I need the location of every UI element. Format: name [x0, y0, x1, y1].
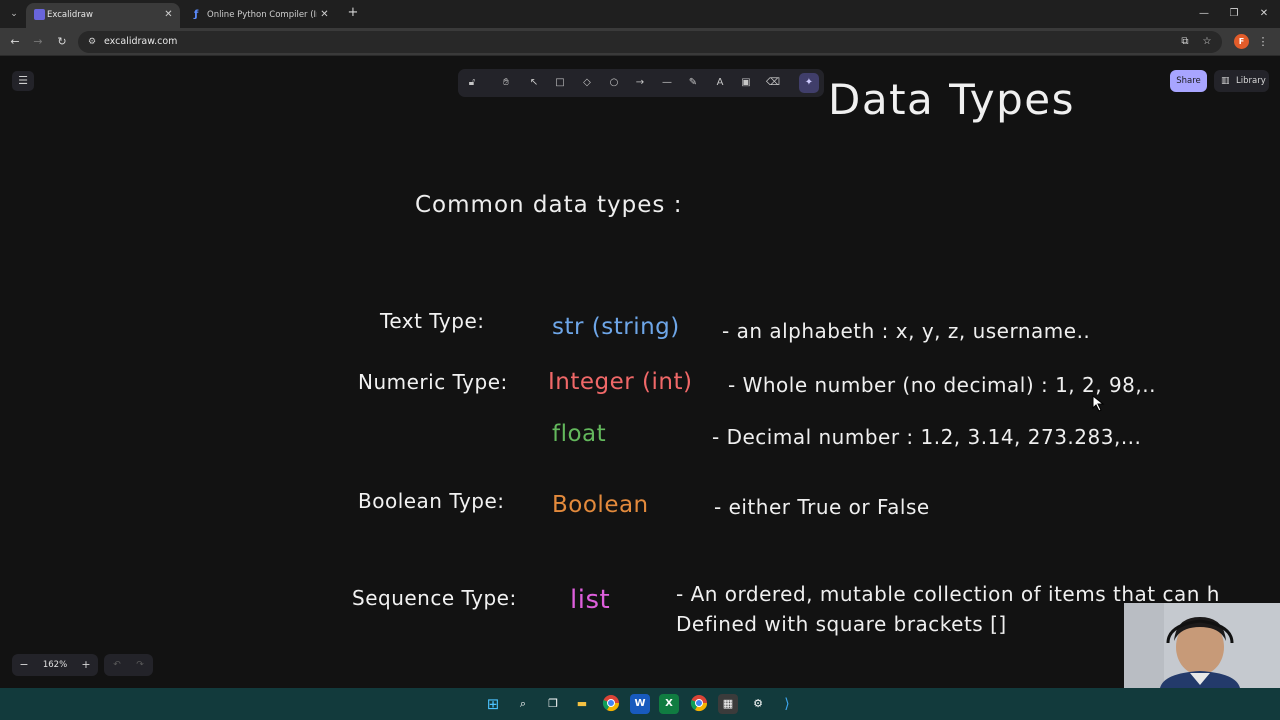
calculator-icon[interactable]: ▦ — [718, 694, 738, 714]
excel-icon[interactable]: X — [659, 694, 679, 714]
eraser-cursor-icon — [1092, 395, 1105, 412]
windows-taskbar: ⊞ ⌕ ❐ ▬ W X ▦ ⚙ ⟩ — [0, 688, 1280, 720]
address-bar-row: ← → ↻ ⚙ excalidraw.com ⧉ ☆ F ⋮ — [0, 28, 1280, 56]
minimize-icon[interactable]: — — [1196, 6, 1212, 22]
undo-icon[interactable]: ↶ — [106, 654, 128, 676]
diamond-tool-icon[interactable]: ◇ — [577, 73, 597, 93]
zoom-level[interactable]: 162% — [36, 654, 74, 676]
undo-redo-controls: ↶ ↷ — [104, 654, 153, 676]
close-window-icon[interactable]: ✕ — [1256, 6, 1272, 22]
close-tab-icon[interactable]: ✕ — [318, 8, 331, 21]
zoom-controls: − 162% + — [12, 654, 98, 676]
int-type-name[interactable]: Integer (int) — [548, 369, 692, 395]
site-info-icon[interactable]: ⚙ — [86, 36, 98, 48]
draw-tool-icon[interactable]: ✎ — [683, 73, 703, 93]
install-app-icon[interactable]: ⧉ — [1178, 35, 1192, 49]
url-text[interactable]: excalidraw.com — [104, 36, 177, 47]
boolean-type-label[interactable]: Boolean Type: — [358, 489, 505, 513]
word-icon[interactable]: W — [630, 694, 650, 714]
omnibox[interactable]: ⚙ excalidraw.com ⧉ ☆ — [78, 31, 1222, 53]
library-button[interactable]: ▥ Library — [1214, 70, 1269, 92]
task-view-icon[interactable]: ❐ — [543, 694, 563, 714]
browser-menu-icon[interactable]: ⋮ — [1257, 34, 1269, 50]
boolean-description[interactable]: - either True or False — [714, 495, 930, 519]
ai-tools-icon[interactable]: ✦ — [799, 73, 819, 93]
maximize-icon[interactable]: ❐ — [1226, 6, 1242, 22]
webcam-overlay — [1124, 603, 1280, 688]
share-button[interactable]: Share — [1170, 70, 1207, 92]
arrow-tool-icon[interactable]: → — [630, 73, 650, 93]
zoom-out-button[interactable]: − — [14, 654, 34, 676]
line-tool-icon[interactable]: — — [657, 73, 677, 93]
tab-title: Online Python Compiler (Interp — [207, 10, 317, 20]
str-type-name[interactable]: str (string) — [552, 314, 680, 340]
chrome-profile-icon[interactable] — [689, 694, 709, 714]
boolean-type-name[interactable]: Boolean — [552, 492, 649, 518]
forward-icon[interactable]: → — [30, 34, 46, 50]
tab-title: Excalidraw — [47, 10, 93, 20]
text-type-label[interactable]: Text Type: — [380, 309, 484, 333]
text-tool-icon[interactable]: A — [710, 73, 730, 93]
bookmark-star-icon[interactable]: ☆ — [1200, 35, 1214, 49]
main-menu-icon[interactable]: ☰ — [12, 71, 34, 91]
int-description[interactable]: - Whole number (no decimal) : 1, 2, 98,.… — [728, 373, 1156, 397]
rectangle-tool-icon[interactable]: □ — [550, 73, 570, 93]
lock-icon[interactable]: 🔓︎ — [462, 73, 482, 93]
tab-search-dropdown-icon[interactable]: ⌄ — [5, 5, 23, 23]
float-type-name[interactable]: float — [552, 421, 606, 447]
chrome-icon[interactable] — [601, 694, 621, 714]
shape-toolbar: 🔓︎ ✋︎ ↖ □ ◇ ○ → — ✎ A ▣ ⌫ ✦ — [458, 69, 824, 97]
zoom-in-button[interactable]: + — [76, 654, 96, 676]
tab-python-compiler[interactable]: ƒ Online Python Compiler (Interp ✕ — [186, 3, 336, 28]
hand-tool-icon[interactable]: ✋︎ — [496, 73, 516, 93]
numeric-type-label[interactable]: Numeric Type: — [358, 370, 508, 394]
library-icon: ▥ — [1221, 76, 1230, 86]
excalidraw-favicon-icon — [34, 9, 45, 20]
windows-start-icon[interactable]: ⊞ — [483, 694, 503, 714]
browser-tab-bar: ⌄ Excalidraw ✕ ƒ Online Python Compiler … — [0, 0, 1280, 28]
library-label: Library — [1236, 76, 1266, 86]
ellipse-tool-icon[interactable]: ○ — [604, 73, 624, 93]
redo-icon[interactable]: ↷ — [129, 654, 151, 676]
list-type-name[interactable]: list — [570, 585, 610, 615]
drawing-title[interactable]: Data Types — [828, 75, 1075, 124]
list-description-line2[interactable]: Defined with square brackets [] — [676, 612, 1007, 636]
presenter-video — [1124, 603, 1280, 688]
settings-icon[interactable]: ⚙ — [748, 694, 768, 714]
file-explorer-icon[interactable]: ▬ — [572, 694, 592, 714]
str-description[interactable]: - an alphabeth : x, y, z, username.. — [722, 319, 1090, 343]
programiz-favicon-icon: ƒ — [194, 9, 199, 20]
selection-tool-icon[interactable]: ↖ — [524, 73, 544, 93]
float-description[interactable]: - Decimal number : 1.2, 3.14, 273.283,..… — [712, 425, 1141, 449]
sequence-type-label[interactable]: Sequence Type: — [352, 586, 517, 610]
excalidraw-canvas[interactable]: ☰ 🔓︎ ✋︎ ↖ □ ◇ ○ → — ✎ A ▣ ⌫ ✦ Share ▥ Li… — [0, 57, 1280, 688]
drawing-subtitle[interactable]: Common data types : — [415, 192, 682, 218]
search-icon[interactable]: ⌕ — [513, 694, 533, 714]
vscode-icon[interactable]: ⟩ — [777, 694, 797, 714]
tab-excalidraw[interactable]: Excalidraw ✕ — [26, 3, 180, 28]
back-icon[interactable]: ← — [7, 34, 23, 50]
new-tab-icon[interactable]: + — [345, 5, 361, 21]
close-tab-icon[interactable]: ✕ — [162, 8, 175, 21]
eraser-tool-icon[interactable]: ⌫ — [763, 73, 783, 93]
reload-icon[interactable]: ↻ — [54, 34, 70, 50]
profile-avatar[interactable]: F — [1234, 34, 1249, 49]
image-tool-icon[interactable]: ▣ — [736, 73, 756, 93]
